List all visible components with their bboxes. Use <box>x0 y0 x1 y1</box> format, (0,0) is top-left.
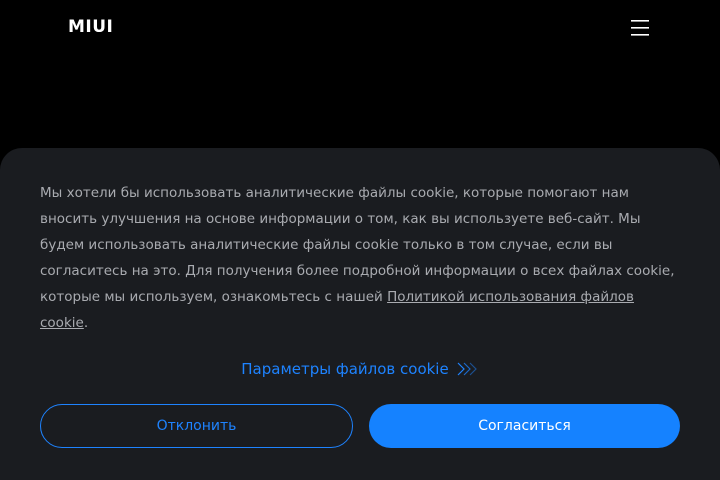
cookie-description-text: Мы хотели бы использовать аналитические … <box>40 185 675 305</box>
decline-button[interactable]: Отклонить <box>40 404 353 448</box>
double-chevron-right-icon <box>457 362 477 375</box>
hamburger-menu-icon <box>631 20 649 36</box>
menu-button[interactable] <box>628 17 652 39</box>
cookie-consent-panel: Мы хотели бы использовать аналитические … <box>0 148 720 480</box>
header: MIUI <box>0 0 720 56</box>
cookie-description-end: . <box>83 315 89 331</box>
page: MIUI Мы хотели бы использовать аналитиче… <box>0 0 720 480</box>
cookie-settings-label: Параметры файлов cookie <box>241 360 449 378</box>
cookie-description: Мы хотели бы использовать аналитические … <box>40 180 680 336</box>
miui-logo[interactable]: MIUI <box>68 16 113 38</box>
accept-button[interactable]: Согласиться <box>369 404 680 448</box>
cookie-settings-link[interactable]: Параметры файлов cookie <box>0 358 720 380</box>
